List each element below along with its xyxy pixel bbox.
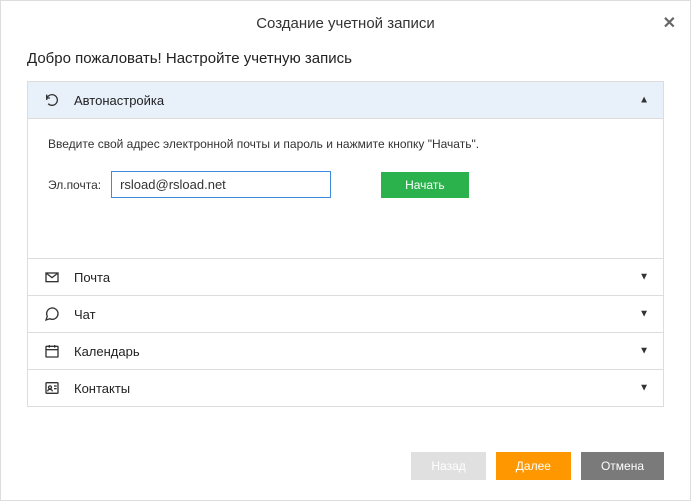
dialog-title: Создание учетной записи (256, 15, 435, 32)
dialog-subtitle: Добро пожаловать! Настройте учетную запи… (1, 42, 690, 81)
chevron-down-icon: ▼ (639, 272, 649, 283)
create-account-dialog: Создание учетной записи ✕ Добро пожалова… (1, 1, 690, 500)
mail-icon (42, 269, 62, 285)
dialog-content: Автонастройка ▲ Введите свой адрес элект… (1, 81, 690, 436)
section-header-autosetup[interactable]: Автонастройка ▲ (28, 82, 663, 119)
section-contacts: Контакты ▼ (28, 370, 663, 406)
email-field[interactable] (111, 171, 331, 198)
section-label-contacts: Контакты (74, 381, 130, 396)
section-label-calendar: Календарь (74, 344, 140, 359)
section-header-mail[interactable]: Почта ▼ (28, 259, 663, 296)
section-header-calendar[interactable]: Календарь ▼ (28, 333, 663, 370)
contacts-icon (42, 380, 62, 396)
start-button[interactable]: Начать (381, 172, 469, 198)
chevron-down-icon: ▼ (639, 383, 649, 394)
close-icon[interactable]: ✕ (663, 13, 676, 33)
section-chat: Чат ▼ (28, 296, 663, 333)
section-label-autosetup: Автонастройка (74, 93, 164, 108)
accordion-panel: Автонастройка ▲ Введите свой адрес элект… (27, 81, 664, 407)
section-header-chat[interactable]: Чат ▼ (28, 296, 663, 333)
dialog-header: Создание учетной записи ✕ (1, 1, 690, 42)
section-header-contacts[interactable]: Контакты ▼ (28, 370, 663, 406)
email-form-row: Эл.почта: Начать (48, 171, 643, 198)
section-autosetup: Автонастройка ▲ Введите свой адрес элект… (28, 82, 663, 259)
section-calendar: Календарь ▼ (28, 333, 663, 370)
email-label: Эл.почта: (48, 178, 101, 192)
section-body-autosetup: Введите свой адрес электронной почты и п… (28, 119, 663, 259)
dialog-footer: Назад Далее Отмена (1, 436, 690, 500)
chevron-down-icon: ▼ (639, 309, 649, 320)
next-button[interactable]: Далее (496, 452, 571, 480)
section-mail: Почта ▼ (28, 259, 663, 296)
section-label-mail: Почта (74, 270, 110, 285)
instruction-text: Введите свой адрес электронной почты и п… (48, 137, 643, 151)
refresh-icon (42, 92, 62, 108)
chevron-up-icon: ▲ (639, 95, 649, 106)
chevron-down-icon: ▼ (639, 346, 649, 357)
chat-icon (42, 306, 62, 322)
section-label-chat: Чат (74, 307, 96, 322)
back-button: Назад (411, 452, 485, 480)
cancel-button[interactable]: Отмена (581, 452, 664, 480)
calendar-icon (42, 343, 62, 359)
